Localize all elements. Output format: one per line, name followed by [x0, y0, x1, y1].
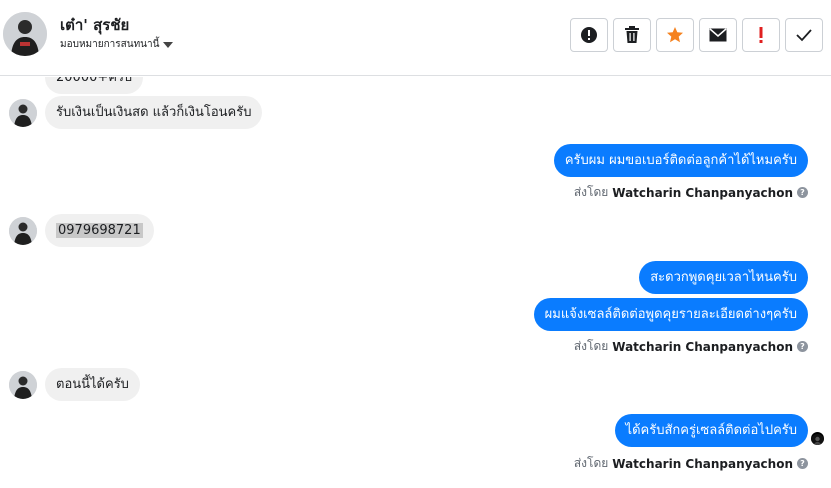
message-bubble-incoming[interactable]: ตอนนี้ได้ครับ	[45, 368, 140, 401]
sent-by-prefix: ส่งโดย	[573, 185, 609, 199]
sender-name: Watcharin Chanpanyachon	[612, 185, 793, 200]
mark-spam-button[interactable]	[570, 18, 608, 52]
sender-name: Watcharin Chanpanyachon	[612, 339, 793, 354]
contact-avatar[interactable]	[3, 12, 47, 56]
contact-name[interactable]: เต๋า' สุรชัย	[60, 13, 129, 37]
message-row-incoming: 20000+ครับ	[9, 77, 144, 94]
sent-by-prefix: ส่งโดย	[573, 456, 609, 470]
mark-unread-button[interactable]	[699, 18, 737, 52]
sent-by-label: ส่งโดย Watcharin Chanpanyachon ?	[574, 454, 808, 473]
alert-icon	[581, 27, 597, 43]
message-row-incoming: 0979698721	[9, 214, 154, 247]
envelope-icon	[709, 28, 727, 42]
sender-name: Watcharin Chanpanyachon	[612, 456, 793, 471]
message-bubble-outgoing[interactable]: สะดวกพูดคุยเวลาไหนครับ	[639, 261, 808, 294]
contact-avatar-small	[9, 98, 37, 127]
message-bubble-incoming[interactable]: 0979698721	[45, 214, 154, 247]
help-icon[interactable]: ?	[797, 187, 808, 198]
mark-done-button[interactable]	[785, 18, 823, 52]
message-row-incoming: ตอนนี้ได้ครับ	[9, 368, 140, 401]
assign-label: มอบหมายการสนทนานี้	[60, 39, 160, 50]
sent-by-label: ส่งโดย Watcharin Chanpanyachon ?	[574, 337, 808, 356]
message-bubble-outgoing[interactable]: ได้ครับสักครู่เซลล์ติดต่อไปครับ	[614, 414, 808, 447]
seen-indicator-avatar	[811, 432, 824, 445]
contact-avatar-small	[9, 370, 37, 399]
delete-button[interactable]	[613, 18, 651, 52]
help-icon[interactable]: ?	[797, 341, 808, 352]
assign-conversation-dropdown[interactable]: มอบหมายการสนทนานี้	[60, 37, 174, 52]
action-toolbar	[570, 18, 823, 52]
caret-down-icon	[163, 41, 174, 48]
help-icon[interactable]: ?	[797, 458, 808, 469]
check-icon	[796, 29, 812, 42]
phone-number[interactable]: 0979698721	[56, 223, 143, 238]
star-button[interactable]	[656, 18, 694, 52]
message-thread[interactable]: 20000+ครับ รับเงินเป็นเงินสด แล้วก็เงินโ…	[0, 77, 831, 488]
conversation-header: เต๋า' สุรชัย มอบหมายการสนทนานี้	[0, 0, 831, 76]
star-icon	[667, 27, 683, 43]
sent-by-label: ส่งโดย Watcharin Chanpanyachon ?	[574, 183, 808, 202]
message-bubble-incoming[interactable]: รับเงินเป็นเงินสด แล้วก็เงินโอนครับ	[45, 96, 263, 129]
sent-by-prefix: ส่งโดย	[573, 339, 609, 353]
message-bubble-outgoing[interactable]: ผมแจ้งเซลล์ติดต่อพูดคุยรายละเอียดต่างๆคร…	[533, 298, 808, 331]
exclamation-icon	[759, 27, 763, 43]
trash-icon	[625, 26, 639, 43]
contact-avatar-small	[9, 216, 37, 245]
message-bubble-outgoing[interactable]: ครับผม ผมขอเบอร์ติดต่อลูกค้าได้ไหมครับ	[553, 144, 808, 177]
message-bubble-incoming[interactable]: 20000+ครับ	[45, 77, 144, 94]
follow-up-button[interactable]	[742, 18, 780, 52]
message-row-incoming: รับเงินเป็นเงินสด แล้วก็เงินโอนครับ	[9, 96, 263, 129]
